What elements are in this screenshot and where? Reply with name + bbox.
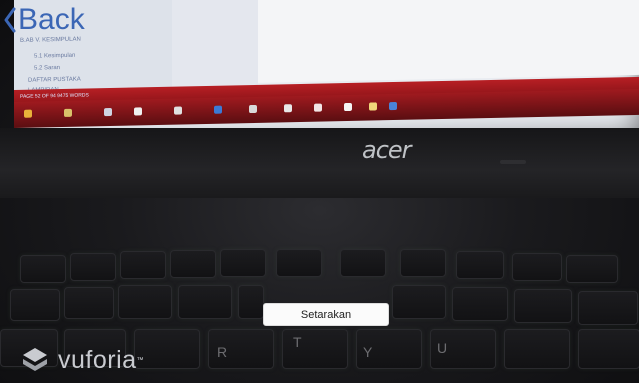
taskbar-app-icon	[284, 104, 292, 113]
vuforia-logo-icon	[23, 348, 47, 371]
back-button[interactable]: Back	[4, 4, 85, 36]
taskbar-app-icon	[174, 106, 182, 115]
taskbar-app-icon	[369, 102, 377, 111]
document-page	[258, 0, 639, 83]
key-label: Y	[363, 344, 373, 360]
taskbar-app-icon	[64, 108, 72, 117]
bezel-slot	[500, 160, 526, 164]
taskbar-app-icon	[134, 107, 142, 116]
setarakan-button[interactable]: Setarakan	[263, 303, 389, 326]
laptop-bezel	[0, 128, 639, 198]
taskbar-app-icon	[104, 107, 112, 117]
back-label: Back	[18, 3, 85, 36]
nav-item: DAFTAR PUSTAKA	[28, 76, 81, 84]
nav-item: 5.2 Saran	[34, 65, 61, 72]
vuforia-watermark: vuforia ™	[20, 345, 144, 375]
chevron-left-icon	[4, 7, 16, 33]
start-icon	[24, 109, 32, 118]
key-label: T	[293, 334, 302, 350]
taskbar-app-icon	[344, 102, 352, 112]
taskbar-app-icon	[314, 103, 322, 112]
nav-item: B.AB V. KESIMPULAN	[20, 36, 81, 44]
vuforia-wordmark: vuforia	[58, 345, 137, 374]
nav-item: 5.1 Kesimpulan	[34, 52, 76, 60]
document-margin	[172, 0, 258, 93]
word-icon	[389, 101, 397, 111]
status-text: PAGE 52 OF 94 9475 WORDS	[20, 92, 89, 100]
taskbar-app-icon	[214, 105, 222, 114]
acer-logo: acer	[362, 136, 412, 164]
key-label: U	[437, 340, 448, 356]
key-label: R	[217, 344, 228, 360]
trademark-symbol: ™	[136, 356, 144, 364]
taskbar-app-icon	[249, 104, 257, 114]
